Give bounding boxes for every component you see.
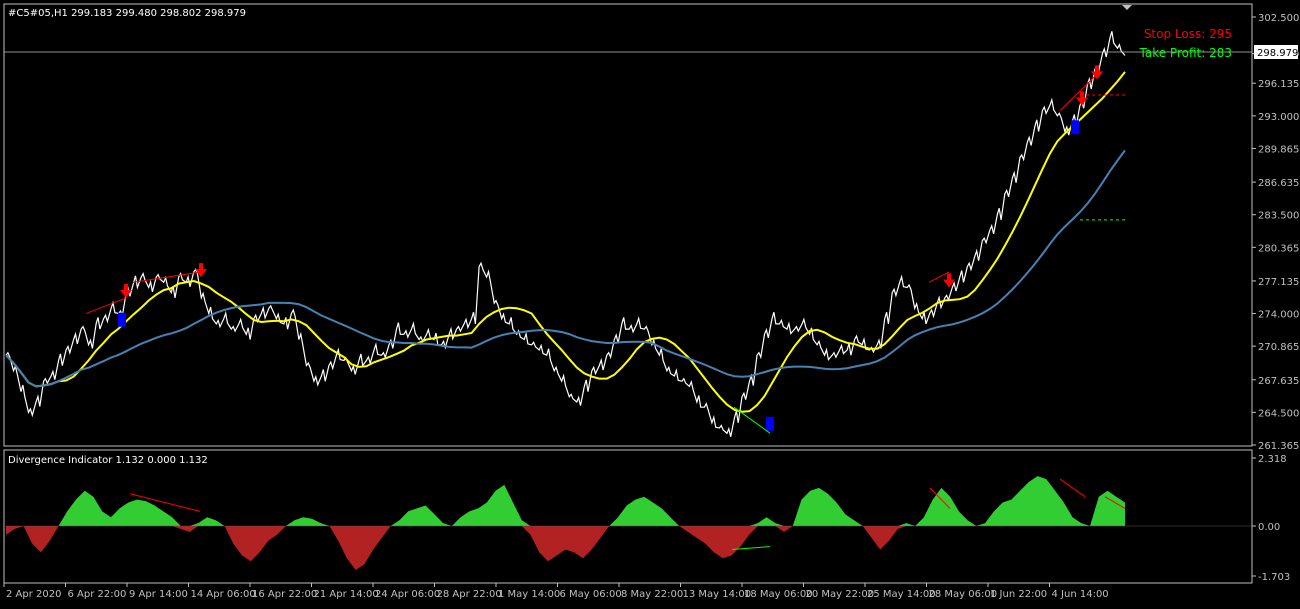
time-tick-label: 13 May 14:00 (683, 589, 752, 600)
time-tick-label: 20 May 22:00 (806, 589, 875, 600)
price-tick-label: 296.135 (1258, 79, 1299, 90)
time-tick-label: 18 May 06:00 (744, 589, 813, 600)
time-tick-label: 21 Apr 14:00 (314, 589, 379, 600)
time-tick-label: 6 Apr 22:00 (68, 589, 127, 600)
divergence-trendline (733, 406, 771, 434)
price-tick-label: 302.500 (1258, 13, 1299, 24)
time-tick-label: 1 May 14:00 (498, 589, 560, 600)
moving-averages-group (5, 71, 1126, 413)
time-tick-label: 4 Jun 14:00 (1052, 589, 1109, 600)
time-tick-label: 2 Apr 2020 (6, 589, 61, 600)
indicator-title: Divergence Indicator 1.132 0.000 1.132 (8, 455, 208, 466)
time-tick-label: 28 Apr 22:00 (437, 589, 502, 600)
trading-chart-window[interactable]: 302.500 298.979 296.135 293.000 289.865 286.6… (0, 0, 1300, 606)
price-panel-frame (3, 3, 1253, 447)
time-tick-label: 6 May 06:00 (560, 589, 622, 600)
sell-arrow-icon (195, 263, 207, 278)
buy-signal-icon (118, 312, 126, 327)
price-tick-label: 280.365 (1258, 243, 1299, 254)
price-tick-label: 277.135 (1258, 277, 1299, 288)
buy-signal-icon (766, 416, 774, 431)
price-series-group (5, 31, 1126, 437)
indicator-series-group (4, 476, 1252, 570)
take-profit-label: Take Profit: 283 (1139, 46, 1232, 60)
ma-slow-line (5, 149, 1126, 388)
price-tick-label: 293.000 (1258, 112, 1299, 123)
price-tick-label: 286.635 (1258, 178, 1299, 189)
indicator-tick-label: 2.318 (1258, 454, 1287, 465)
time-tick-label: 8 May 22:00 (621, 589, 683, 600)
indicator-positive-area (6, 476, 1125, 526)
buy-signal-icon (1071, 120, 1079, 135)
time-tick-label: 9 Apr 14:00 (129, 589, 188, 600)
chart-canvas[interactable]: 302.500 298.979 296.135 293.000 289.865 286.6… (0, 0, 1300, 606)
time-tick-label: 16 Apr 22:00 (252, 589, 317, 600)
time-tick-label: 25 May 14:00 (867, 589, 936, 600)
price-tick-label: 264.500 (1258, 408, 1299, 419)
current-price-label: 298.979 (1257, 48, 1298, 59)
price-tick-label: 283.500 (1258, 211, 1299, 222)
time-axis[interactable]: 2 Apr 2020 6 Apr 22:00 9 Apr 14:00 14 Apr 0… (3, 583, 1109, 600)
chart-shift-marker-icon[interactable] (1122, 5, 1132, 10)
time-tick-label: 14 Apr 06:00 (191, 589, 256, 600)
price-tick-label: 261.365 (1258, 441, 1299, 452)
ma-fast-line (5, 71, 1126, 413)
time-tick-label: 28 May 06:00 (929, 589, 998, 600)
price-line (5, 31, 1126, 437)
symbol-header: #C5#05,H1 299.183 299.480 298.802 298.97… (8, 8, 246, 19)
price-tick-label: 289.865 (1258, 144, 1299, 155)
price-tick-label: 270.865 (1258, 342, 1299, 353)
price-tick-label: 274.000 (1258, 310, 1299, 321)
time-tick-label: 1 Jun 22:00 (990, 589, 1047, 600)
indicator-negative-area (6, 526, 1125, 570)
indicator-axis[interactable]: 2.318 0.00 -1.703 (1252, 454, 1290, 583)
indicator-divergence-line (1059, 478, 1086, 498)
indicator-tick-label: -1.703 (1258, 572, 1290, 583)
time-tick-label: 24 Apr 06:00 (375, 589, 440, 600)
price-axis[interactable]: 302.500 298.979 296.135 293.000 289.865 286.6… (1252, 13, 1299, 452)
stop-loss-label: Stop Loss: 295 (1144, 27, 1232, 41)
sell-arrow-icon (1091, 65, 1103, 80)
divergence-trendline (1059, 73, 1098, 111)
price-tick-label: 267.635 (1258, 376, 1299, 387)
indicator-tick-label: 0.00 (1258, 522, 1280, 533)
